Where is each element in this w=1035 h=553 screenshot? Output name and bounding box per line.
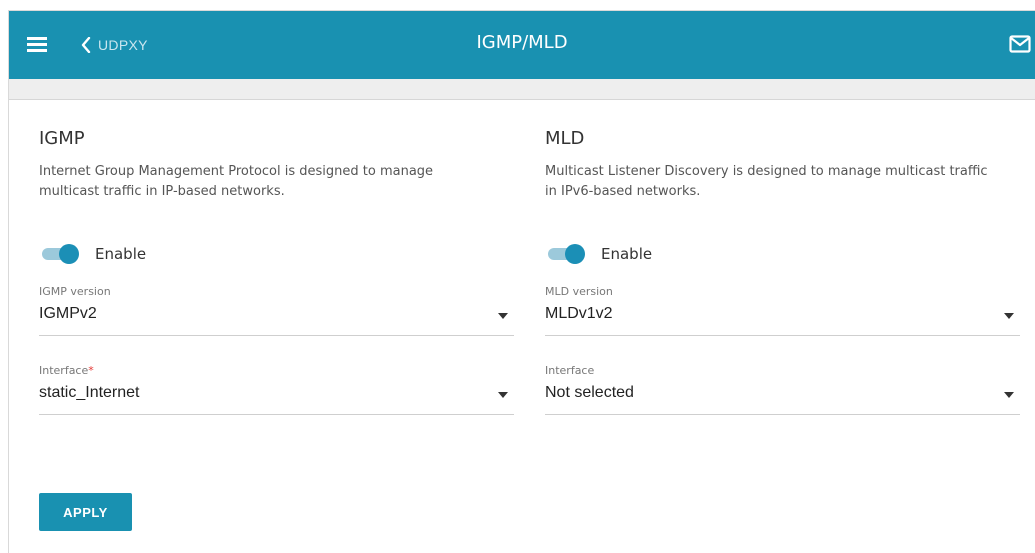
igmp-enable-toggle[interactable] bbox=[39, 244, 79, 264]
igmp-enable-label: Enable bbox=[95, 245, 147, 263]
mld-description: Multicast Listener Discovery is designed… bbox=[545, 162, 1020, 202]
mld-enable-label: Enable bbox=[601, 245, 653, 263]
mld-section: MLD Multicast Listener Discovery is desi… bbox=[545, 128, 1020, 415]
mld-enable-toggle[interactable] bbox=[545, 244, 585, 264]
igmp-section: IGMP Internet Group Management Protocol … bbox=[39, 128, 514, 415]
igmp-interface-label: Interface* bbox=[39, 364, 94, 377]
caret-down-icon bbox=[1004, 313, 1014, 319]
igmp-interface-select[interactable]: Interface* static_Internet bbox=[39, 364, 514, 415]
mld-enable-row: Enable bbox=[545, 242, 1020, 266]
igmp-interface-label-text: Interface bbox=[39, 364, 89, 377]
envelope-icon[interactable] bbox=[1009, 35, 1031, 53]
igmp-version-label: IGMP version bbox=[39, 285, 111, 298]
igmp-interface-value: static_Internet bbox=[39, 384, 140, 401]
igmp-description: Internet Group Management Protocol is de… bbox=[39, 162, 514, 202]
top-bar: UDPXY IGMP/MLD bbox=[9, 11, 1035, 79]
igmp-version-select[interactable]: IGMP version IGMPv2 bbox=[39, 285, 514, 336]
mld-heading: MLD bbox=[545, 128, 585, 149]
mld-description-line-1: Multicast Listener Discovery is designed… bbox=[545, 164, 988, 179]
mld-version-value: MLDv1v2 bbox=[545, 305, 613, 322]
app-window: UDPXY IGMP/MLD IGMP Internet Group Manag… bbox=[8, 10, 1035, 553]
page-title: IGMP/MLD bbox=[476, 32, 568, 53]
toggle-knob bbox=[59, 244, 79, 264]
igmp-version-value: IGMPv2 bbox=[39, 305, 97, 322]
mld-version-label: MLD version bbox=[545, 285, 613, 298]
toggle-knob bbox=[565, 244, 585, 264]
mld-interface-select[interactable]: Interface Not selected bbox=[545, 364, 1020, 415]
caret-down-icon bbox=[1004, 392, 1014, 398]
apply-button[interactable]: APPLY bbox=[39, 493, 132, 531]
igmp-enable-row: Enable bbox=[39, 242, 514, 266]
mld-description-line-2: in IPv6-based networks. bbox=[545, 184, 701, 199]
igmp-description-line-1: Internet Group Management Protocol is de… bbox=[39, 164, 434, 179]
igmp-heading: IGMP bbox=[39, 128, 85, 149]
required-mark: * bbox=[88, 364, 94, 377]
caret-down-icon bbox=[498, 392, 508, 398]
igmp-description-line-2: multicast traffic in IP-based networks. bbox=[39, 184, 285, 199]
mld-version-select[interactable]: MLD version MLDv1v2 bbox=[545, 285, 1020, 336]
mld-interface-value: Not selected bbox=[545, 384, 634, 401]
sub-header-bar bbox=[9, 79, 1035, 100]
caret-down-icon bbox=[498, 313, 508, 319]
mld-interface-label: Interface bbox=[545, 364, 595, 377]
